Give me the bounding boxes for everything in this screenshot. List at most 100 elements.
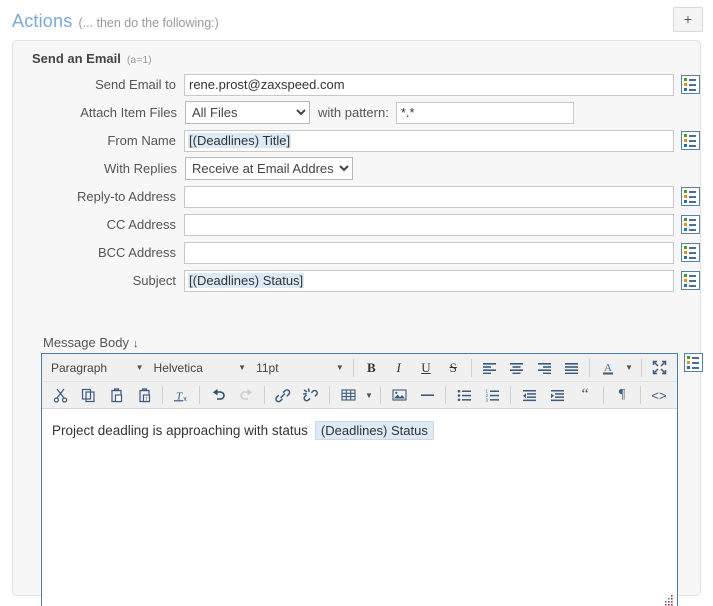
font-size-dropdown[interactable]: 11pt ▼ [251,357,349,378]
align-justify-icon[interactable] [558,356,585,379]
toolbar-divider [380,386,381,404]
paragraph-style-dropdown[interactable]: Paragraph ▼ [46,357,149,378]
page-subtitle: (... then do the following:) [78,16,219,30]
copy-icon[interactable] [74,384,102,407]
label-message-body: Message Body ↓ [43,335,139,350]
page-title: Actions [12,11,73,31]
action-card-note: (a=1) [126,54,152,66]
field-picker-icon-reply-to-address[interactable] [681,187,700,206]
message-body-text: Project deadling is approaching with sta… [52,423,308,438]
paste-as-text-icon[interactable]: T [130,384,158,407]
source-code-icon[interactable]: <> [645,384,673,407]
add-action-button[interactable]: + [673,7,703,32]
actions-header: Actions (... then do the following:) [12,11,219,32]
blockquote-icon[interactable]: “ [571,384,599,407]
send-email-to-input[interactable] [184,73,674,96]
editor-toolbar: Paragraph ▼ Helvetica ▼ 11pt ▼ B I U S A… [42,354,677,409]
row-reply-to-address: Reply-to Address [13,183,700,210]
svg-text:A: A [604,362,612,374]
field-picker-icon-subject[interactable] [681,271,700,290]
text-color-dropdown-chevron-down-icon[interactable]: ▼ [621,356,637,379]
toolbar-divider [352,358,354,377]
paste-icon[interactable] [102,384,130,407]
editor-toolbar-row-1: Paragraph ▼ Helvetica ▼ 11pt ▼ B I U S A… [42,354,677,381]
horizontal-rule-icon[interactable] [413,384,441,407]
redo-icon[interactable] [232,384,260,407]
label-from-name: From Name [107,133,176,148]
undo-icon[interactable] [204,384,232,407]
toolbar-divider [199,386,200,404]
italic-label: I [396,359,401,375]
from-name-token: [(Deadlines) Title] [188,133,292,148]
with-replies-select[interactable]: Receive at Email Address [185,157,353,180]
message-body-line: Project deadling is approaching with sta… [52,421,667,440]
file-pattern-input[interactable] [395,101,574,124]
underline-icon[interactable]: U [412,356,439,379]
text-color-icon[interactable]: A [594,356,621,379]
from-name-input[interactable]: [(Deadlines) Title] [184,129,674,152]
bold-icon[interactable]: B [358,356,385,379]
field-picker-icon-bcc-address[interactable] [681,243,700,262]
toolbar-divider [162,386,163,404]
insert-table-chevron-down-icon[interactable]: ▼ [362,384,376,407]
action-card-title: Send an Email (a=1) [32,51,152,66]
toolbar-divider [603,386,604,404]
paragraph-style-value: Paragraph [51,360,108,375]
cut-icon[interactable] [46,384,74,407]
strikethrough-icon[interactable]: S [440,356,467,379]
label-attach-item-files: Attach Item Files [80,105,177,120]
message-body-arrow-icon: ↓ [133,338,139,350]
toolbar-divider [640,386,641,404]
toolbar-divider [445,386,446,404]
font-family-dropdown[interactable]: Helvetica ▼ [149,357,252,378]
show-invisibles-pilcrow-icon[interactable]: ¶ [608,384,636,407]
toolbar-divider [264,386,265,404]
bcc-address-input[interactable] [184,241,674,264]
insert-link-icon[interactable] [269,384,297,407]
cc-address-input[interactable] [184,213,674,236]
fullscreen-icon[interactable] [646,356,673,379]
align-right-icon[interactable] [530,356,557,379]
field-picker-icon-from-name[interactable] [681,131,700,150]
toolbar-divider [470,358,472,377]
label-reply-to-address: Reply-to Address [77,189,176,204]
message-body-label-text: Message Body [43,335,129,350]
insert-table-icon[interactable] [334,384,362,407]
numbered-list-icon[interactable]: 123 [478,384,506,407]
italic-icon[interactable]: I [385,356,412,379]
row-cc-address: CC Address [13,211,700,238]
field-picker-icon-cc-address[interactable] [681,215,700,234]
decrease-indent-icon[interactable] [515,384,543,407]
row-bcc-address: BCC Address [13,239,700,266]
reply-to-address-input[interactable] [184,185,674,208]
toolbar-divider [329,386,330,404]
toolbar-divider [640,358,642,377]
field-picker-icon-send-email-to[interactable] [681,75,700,94]
subject-input[interactable]: [(Deadlines) Status] [184,269,674,292]
unlink-icon[interactable] [297,384,325,407]
attach-item-files-select[interactable]: All Files [185,101,310,124]
editor-toolbar-row-2: T Tx ▼ 1 2 3 “ ¶ <> [42,381,677,408]
strike-label: S [449,359,457,375]
subject-token: [(Deadlines) Status] [188,273,305,288]
field-picker-icon-message-body[interactable] [684,353,703,372]
message-body-token[interactable]: (Deadlines) Status [314,421,434,440]
row-from-name: From Name [(Deadlines) Title] [13,127,700,154]
align-center-icon[interactable] [503,356,530,379]
bullet-list-icon[interactable] [450,384,478,407]
increase-indent-icon[interactable] [543,384,571,407]
insert-image-icon[interactable] [385,384,413,407]
label-cc-address: CC Address [106,217,176,232]
field-picker-icon-message-body-wrap [684,353,703,372]
label-with-replies: With Replies [104,161,177,176]
editor-resize-handle[interactable] [662,594,675,606]
align-left-icon[interactable] [476,356,503,379]
label-with-pattern: with pattern: [318,105,389,120]
toolbar-divider [510,386,511,404]
email-form: Send Email to Attach Item Files All File… [13,71,700,295]
action-card-title-text: Send an Email [32,51,121,66]
clear-formatting-icon[interactable]: Tx [167,384,195,407]
row-subject: Subject [(Deadlines) Status] [13,267,700,294]
message-body-content[interactable]: Project deadling is approaching with sta… [42,409,677,606]
message-body-editor: Paragraph ▼ Helvetica ▼ 11pt ▼ B I U S A… [41,353,678,606]
